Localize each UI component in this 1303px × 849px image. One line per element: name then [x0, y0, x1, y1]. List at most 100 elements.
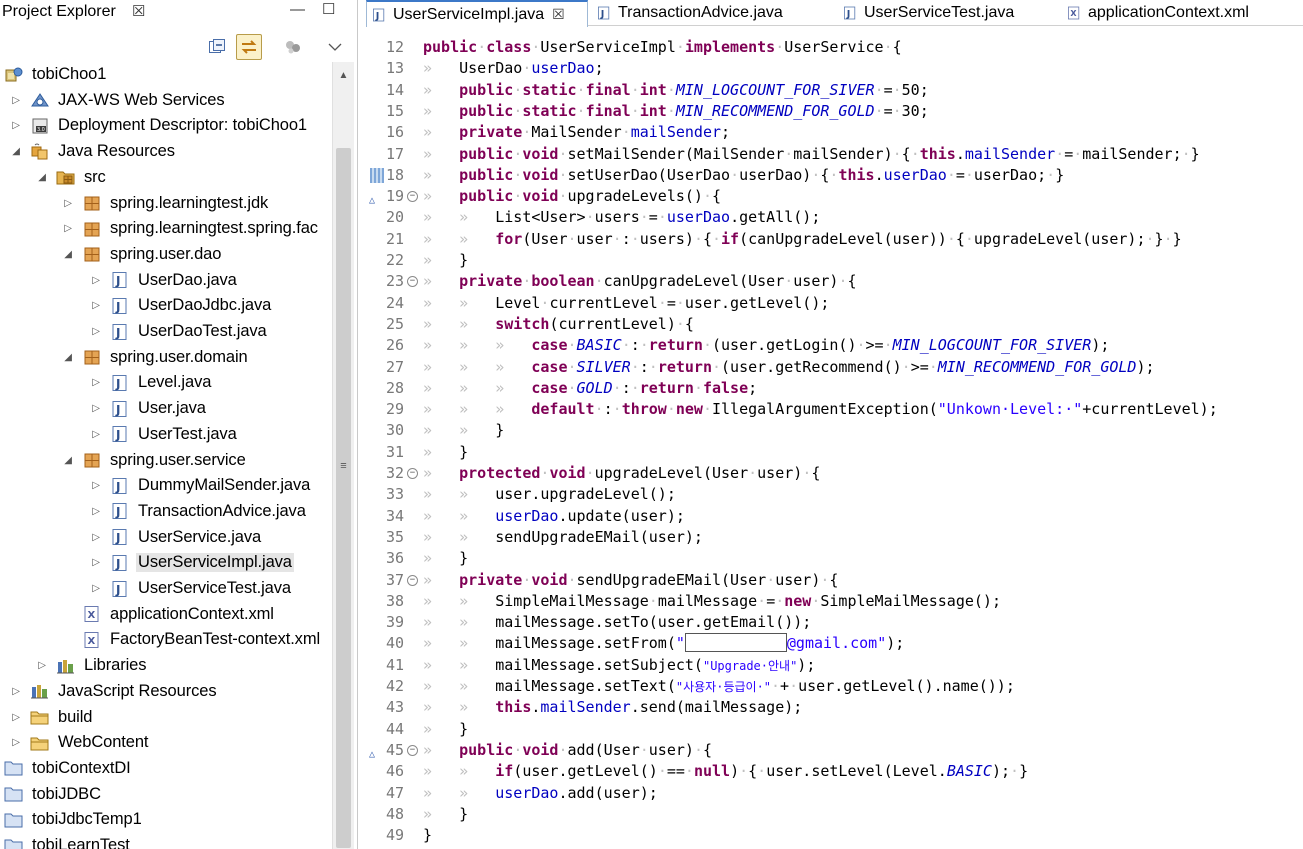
expand-arrow-icon[interactable]: ▷ — [90, 583, 102, 595]
close-icon[interactable]: ☒ — [132, 0, 145, 24]
editor-tab[interactable]: J TransactionAdvice.java — [592, 0, 832, 26]
code-line[interactable]: 25 » » switch(currentLevel)·{ — [366, 314, 1303, 335]
view-menu-icon[interactable] — [322, 34, 348, 60]
close-tab-icon[interactable]: ☒ — [552, 6, 565, 23]
expand-arrow-icon[interactable]: ▷ — [90, 403, 102, 415]
code-line[interactable]: 20» » List<User>·users·=·userDao.getAll(… — [366, 207, 1303, 228]
expand-arrow-icon[interactable]: ▷ — [10, 94, 22, 106]
expand-arrow-icon[interactable]: ▷ — [62, 197, 74, 209]
code-line[interactable]: 36 » } — [366, 548, 1303, 569]
tree-item[interactable]: ◢ spring.user.domain — [62, 345, 250, 370]
editor-tab[interactable]: J UserServiceImpl.java ☒ — [366, 0, 588, 27]
explorer-scrollbar[interactable]: ▲ ≡ — [332, 62, 354, 849]
tree-item[interactable]: ▷ Libraries — [36, 653, 148, 678]
code-area[interactable]: 12 public·class·UserServiceImpl·implement… — [366, 37, 1303, 849]
editor-tab[interactable]: J UserServiceTest.java — [838, 0, 1056, 26]
code-line[interactable]: 45 △ −» public·void·add(User·user)·{ — [366, 740, 1303, 761]
code-line[interactable]: 19 △ −» public·void·upgradeLevels()·{ — [366, 186, 1303, 207]
tree-item[interactable]: ▷ JAX-WS Web Services — [10, 88, 227, 113]
expand-arrow-icon[interactable]: ▷ — [10, 120, 22, 132]
code-line[interactable]: 35 » » sendUpgradeEMail(user); — [366, 527, 1303, 548]
collapse-arrow-icon[interactable]: ◢ — [62, 351, 74, 363]
tree-item[interactable]: ▷ J DummyMailSender.java — [90, 473, 312, 498]
tree-item[interactable]: ▷ J Level.java — [90, 370, 213, 395]
tree-item[interactable]: ▷ J UserDaoJdbc.java — [90, 293, 273, 318]
code-line[interactable]: 49} — [366, 825, 1303, 846]
maximize-icon[interactable]: ☐ — [322, 0, 335, 20]
tree-item[interactable]: tobiJDBC — [4, 782, 103, 807]
minimize-icon[interactable]: — — [290, 0, 305, 20]
scroll-up-icon[interactable]: ▲ — [333, 64, 354, 86]
fold-toggle-icon[interactable]: − — [407, 574, 418, 586]
tree-item[interactable]: XapplicationContext.xml — [62, 602, 276, 627]
code-line[interactable]: 42» » mailMessage.setText("사용자·등급이·"·+·u… — [366, 676, 1303, 697]
code-line[interactable]: 26» » » case·BASIC·:·return·(user.getLog… — [366, 335, 1303, 356]
expand-arrow-icon[interactable]: ▷ — [90, 428, 102, 440]
focus-icon[interactable] — [280, 34, 306, 60]
tree-item[interactable]: ▷ J UserDaoTest.java — [90, 319, 269, 344]
tree-item[interactable]: ▷ J UserService.java — [90, 525, 263, 550]
code-line[interactable]: 17» public·void·setMailSender(MailSender… — [366, 144, 1303, 165]
tree-item[interactable]: ▷ J TransactionAdvice.java — [90, 499, 308, 524]
tab-project-explorer[interactable]: Project Explorer ☒ — [0, 0, 160, 26]
tree-item[interactable]: ▷ JavaScript Resources — [10, 679, 218, 704]
code-line[interactable]: 43 » » this.mailSender.send(mailMessage); — [366, 697, 1303, 718]
code-line[interactable]: 33 » » user.upgradeLevel(); — [366, 484, 1303, 505]
code-line[interactable]: 23−» private·boolean·canUpgradeLevel(Use… — [366, 271, 1303, 292]
collapse-arrow-icon[interactable]: ◢ — [62, 454, 74, 466]
tree-item[interactable]: ▷ spring.learningtest.jdk — [62, 191, 270, 216]
code-line[interactable]: 37−» private·void·sendUpgradeEMail(User·… — [366, 570, 1303, 591]
expand-arrow-icon[interactable]: ▷ — [90, 377, 102, 389]
tree-item[interactable]: tobiChoo1 — [4, 62, 108, 87]
tree-item[interactable]: ◢ spring.user.service — [62, 448, 248, 473]
code-line[interactable]: 27» » » case·SILVER·:·return·(user.getRe… — [366, 357, 1303, 378]
code-line[interactable]: 28» » » case·GOLD·:·return·false; — [366, 378, 1303, 399]
tree-item[interactable]: ▷ spring.learningtest.spring.fac — [62, 216, 320, 241]
fold-toggle-icon[interactable]: − — [407, 276, 418, 288]
expand-arrow-icon[interactable]: ▷ — [62, 223, 74, 235]
collapse-arrow-icon[interactable]: ◢ — [10, 146, 22, 158]
code-line[interactable]: 21» » for(User·user·:·users)·{·if(canUpg… — [366, 229, 1303, 250]
tree-item[interactable]: ▷ J UserServiceImpl.java — [90, 550, 294, 575]
code-line[interactable]: 44 » } — [366, 719, 1303, 740]
expand-arrow-icon[interactable]: ▷ — [90, 531, 102, 543]
code-line[interactable]: 16» private·MailSender·mailSender; — [366, 122, 1303, 143]
code-line[interactable]: 41 » » mailMessage.setSubject("Upgrade·안내… — [366, 655, 1303, 676]
tree-item[interactable]: X FactoryBeanTest-context.xml — [62, 627, 322, 652]
expand-arrow-icon[interactable]: ▷ — [90, 480, 102, 492]
expand-arrow-icon[interactable]: ▷ — [90, 557, 102, 569]
link-with-editor-icon[interactable] — [236, 34, 262, 60]
expand-arrow-icon[interactable]: ▷ — [90, 505, 102, 517]
code-line[interactable]: 30 » » } — [366, 420, 1303, 441]
code-line[interactable]: 48 » } — [366, 804, 1303, 825]
code-line[interactable]: 46» » if(user.getLevel()·==·null)·{·user… — [366, 761, 1303, 782]
tree-item[interactable]: ▷ 3.0 Deployment Descriptor: tobiChoo1 — [10, 113, 309, 138]
bookmark-marker-icon[interactable] — [370, 167, 384, 183]
code-line[interactable]: 47 » » userDao.add(user); — [366, 783, 1303, 804]
collapse-arrow-icon[interactable]: ◢ — [62, 248, 74, 260]
tree-item[interactable]: ▷ build — [10, 705, 94, 730]
tree-item[interactable]: ◢ src — [36, 165, 108, 190]
expand-arrow-icon[interactable]: ▷ — [10, 711, 22, 723]
tree-item[interactable]: ▷ WebContent — [10, 730, 150, 755]
expand-arrow-icon[interactable]: ▷ — [36, 660, 48, 672]
tree-item[interactable]: ▷ J UserTest.java — [90, 422, 239, 447]
code-line[interactable]: 24» » Level·currentLevel·=·user.getLevel… — [366, 293, 1303, 314]
fold-toggle-icon[interactable]: − — [407, 744, 418, 756]
editor-tab[interactable]: XapplicationContext.xml — [1062, 0, 1278, 26]
code-line[interactable]: 15» public·static·final·int·MIN_RECOMMEN… — [366, 101, 1303, 122]
code-line[interactable]: 22 » } — [366, 250, 1303, 271]
tree-item[interactable]: ◢ Java Resources — [10, 139, 177, 164]
expand-arrow-icon[interactable]: ▷ — [10, 737, 22, 749]
tree-item[interactable]: tobiJdbcTemp1 — [4, 807, 144, 832]
collapse-all-icon[interactable] — [204, 34, 230, 60]
expand-arrow-icon[interactable]: ▷ — [10, 685, 22, 697]
code-line[interactable]: 14» public·static·final·int·MIN_LOGCOUNT… — [366, 80, 1303, 101]
scrollbar-thumb[interactable] — [336, 148, 351, 848]
expand-arrow-icon[interactable]: ▷ — [90, 274, 102, 286]
code-line[interactable]: 39 » » mailMessage.setTo(user.getEmail())… — [366, 612, 1303, 633]
fold-toggle-icon[interactable]: − — [407, 468, 418, 479]
code-line[interactable]: 34 » » userDao.update(user); — [366, 506, 1303, 527]
fold-toggle-icon[interactable]: − — [407, 191, 418, 203]
code-line[interactable]: 18» public·void·setUserDao(UserDao·userD… — [366, 165, 1303, 186]
